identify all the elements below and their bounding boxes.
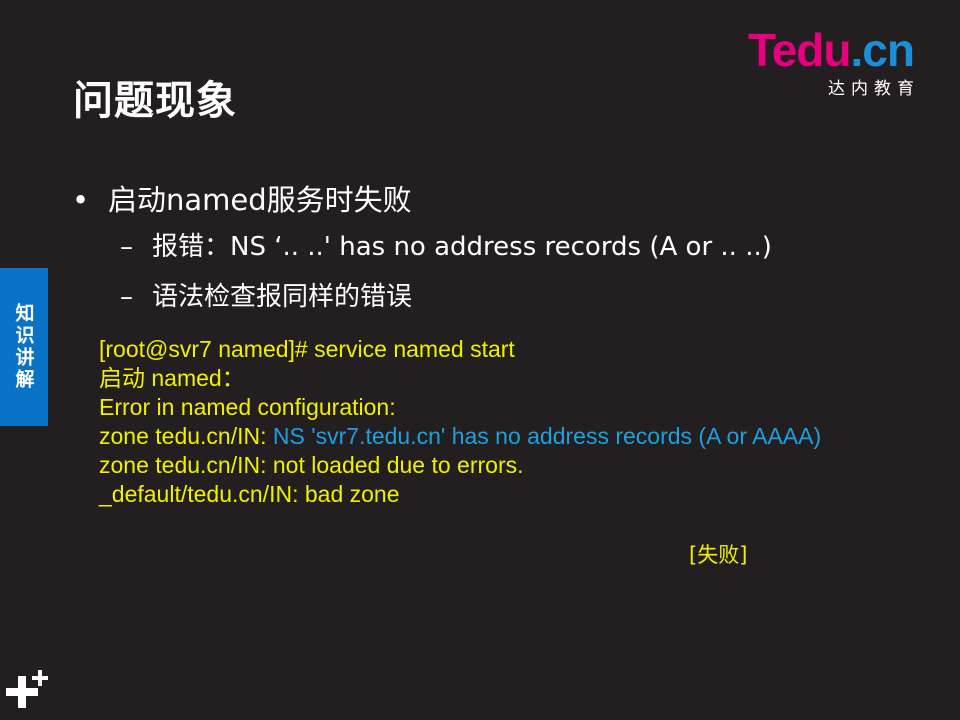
- code-line-4-highlight: NS 'svr7.tedu.cn' has no address records…: [272, 423, 822, 449]
- dash-icon: –: [120, 282, 133, 312]
- code-line-6: _default/tedu.cn/IN: bad zone: [99, 481, 400, 507]
- dash-icon: –: [120, 232, 133, 262]
- logo-wordmark: Tedu.cn: [748, 24, 915, 76]
- side-tab: 知识讲解: [0, 268, 48, 426]
- code-line-1: [root@svr7 named]# service named start: [99, 336, 515, 362]
- slide-title: 问题现象: [73, 78, 237, 124]
- bullet-sub-1: – 报错：NS ‘.. ..' has no address records (…: [72, 222, 772, 272]
- logo-dot: .: [850, 24, 863, 76]
- code-line-5: zone tedu.cn/IN: not loaded due to error…: [99, 452, 524, 478]
- status-failed: [失败]: [689, 543, 748, 567]
- side-tab-label: 知识讲解: [12, 303, 35, 391]
- code-line-4: zone tedu.cn/IN: NS 'svr7.tedu.cn' has n…: [99, 422, 839, 451]
- logo-subtitle: 达内教育: [828, 79, 920, 99]
- tedu-logo: Tedu.cn 达内教育: [748, 24, 928, 99]
- bullet-main-text: 启动named服务时失败: [108, 183, 412, 217]
- plus-small-icon: [32, 670, 48, 686]
- logo-letter-t: T: [748, 24, 773, 76]
- bullet-dot-icon: •: [72, 183, 90, 217]
- bullet-sub-1-text: 报错：NS ‘.. ..' has no address records (A …: [152, 232, 772, 262]
- terminal-output: [root@svr7 named]# service named start 启…: [99, 335, 839, 509]
- code-line-2: 启动 named：: [99, 365, 245, 391]
- code-line-3: Error in named configuration:: [99, 394, 396, 420]
- logo-letters-edu: edu: [771, 24, 852, 76]
- bullet-main: • 启动named服务时失败: [72, 178, 772, 222]
- bullet-sub-2-text: 语法检查报同样的错误: [152, 282, 413, 312]
- bullet-sub-2: – 语法检查报同样的错误: [72, 272, 772, 322]
- code-line-4-prefix: zone tedu.cn/IN:: [99, 423, 273, 449]
- logo-letters-cn: cn: [862, 24, 915, 76]
- bullet-list: • 启动named服务时失败 – 报错：NS ‘.. ..' has no ad…: [72, 178, 772, 322]
